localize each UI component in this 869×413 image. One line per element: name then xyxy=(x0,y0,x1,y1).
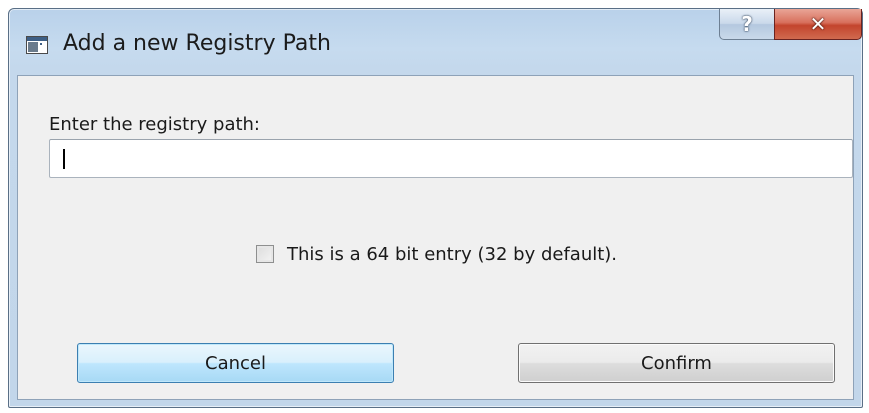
dialog-window: Add a new Registry Path ? ✕ Enter the re… xyxy=(8,8,863,408)
cancel-button[interactable]: Cancel xyxy=(77,343,394,383)
registry-path-label: Enter the registry path: xyxy=(49,114,260,135)
64-bit-checkbox[interactable] xyxy=(256,245,274,263)
64-bit-option[interactable]: This is a 64 bit entry (32 by default). xyxy=(256,242,617,266)
confirm-button[interactable]: Confirm xyxy=(518,343,835,383)
text-cursor xyxy=(63,149,65,169)
registry-path-input[interactable] xyxy=(49,139,853,178)
help-button[interactable]: ? xyxy=(719,9,775,40)
close-icon: ✕ xyxy=(809,12,827,36)
cancel-button-label: Cancel xyxy=(205,352,266,374)
close-button[interactable]: ✕ xyxy=(774,9,862,40)
title-bar[interactable]: Add a new Registry Path ? ✕ xyxy=(9,9,862,73)
64-bit-checkbox-label[interactable]: This is a 64 bit entry (32 by default). xyxy=(287,244,617,265)
dialog-body: Enter the registry path: This is a 64 bi… xyxy=(17,75,854,400)
application-window-icon xyxy=(26,36,48,54)
window-title: Add a new Registry Path xyxy=(63,31,331,56)
confirm-button-label: Confirm xyxy=(641,352,712,374)
help-icon: ? xyxy=(741,12,753,36)
